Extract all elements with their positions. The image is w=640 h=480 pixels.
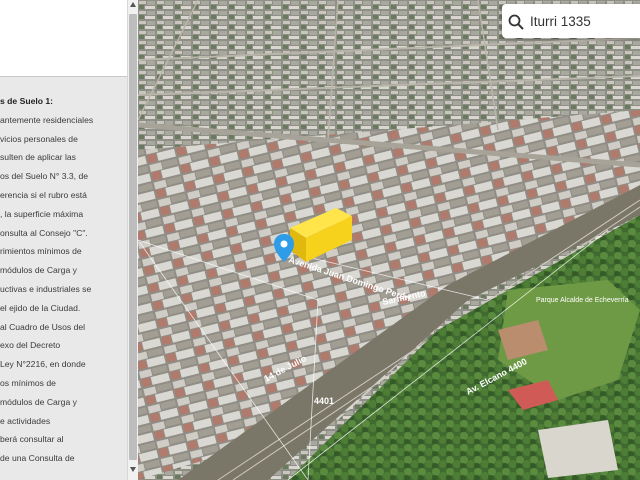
zoning-text-line: sulten de aplicar las	[0, 152, 76, 163]
zoning-text-line: rimientos mínimos de	[0, 246, 82, 257]
zoning-text-line: onsulta al Consejo "C".	[0, 227, 88, 238]
scroll-down-arrow-icon[interactable]	[130, 467, 136, 472]
park-building	[538, 420, 618, 478]
zoning-text-line: exo del Decreto	[0, 340, 61, 351]
zoning-text-line: módulos de Carga y	[0, 265, 77, 276]
panel-scrollbar[interactable]	[127, 0, 138, 480]
zoning-text-line: módulos de Carga y	[0, 396, 77, 407]
satellite-3d-map[interactable]: Avenida Juan Domingo Perón Sarmiento 14 …	[138, 0, 640, 480]
zoning-text-line: e actividades	[0, 415, 51, 426]
scroll-up-arrow-icon[interactable]	[130, 2, 136, 7]
zoning-description: s de Suelo 1: antemente residenciales vi…	[0, 92, 127, 468]
info-panel: s de Suelo 1: antemente residenciales vi…	[0, 0, 138, 480]
search-icon[interactable]	[508, 14, 524, 30]
zoning-text-line: vicios personales de	[0, 133, 78, 144]
zoning-text-line: antemente residenciales	[0, 114, 94, 125]
park-name-label: Parque Alcalde de Echeverría	[536, 297, 629, 304]
panel-header-card	[0, 0, 127, 77]
zoning-text-line: berá consultar al	[0, 434, 64, 445]
zoning-text-line: , la superficie máxima	[0, 208, 84, 219]
zoning-text-line: Ley N°2216, en donde	[0, 359, 86, 370]
address-search-box[interactable]	[502, 4, 640, 38]
zoning-text-line: erencia si el rubro está	[0, 189, 87, 200]
zoning-text-line: os del Suelo N° 3.3, de	[0, 171, 88, 182]
zoning-heading: s de Suelo 1:	[0, 96, 54, 106]
zoning-text-line: os mínimos de	[0, 377, 56, 388]
scrollbar-thumb[interactable]	[129, 14, 137, 460]
zoning-text-line: el ejido de la Ciudad.	[0, 302, 81, 313]
search-input[interactable]	[530, 9, 638, 33]
zoning-text-line: al Cuadro de Usos del	[0, 321, 86, 332]
road-label-number: 4401	[314, 396, 334, 406]
zoning-text-line: uctivas e industriales se	[0, 283, 92, 294]
zoning-text-line: de una Consulta de	[0, 453, 75, 464]
